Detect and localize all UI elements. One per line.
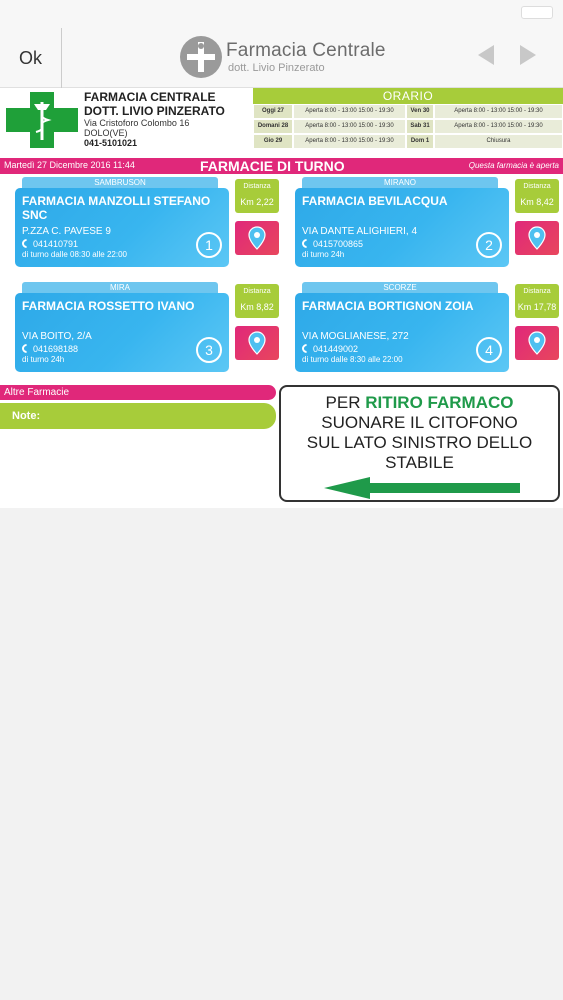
distance-value: Km 8,42 xyxy=(520,197,554,207)
hours-value: Aperta 8:00 - 13:00 15:00 - 19:30 xyxy=(293,119,406,134)
hours-value: Aperta 8:00 - 13:00 15:00 - 19:30 xyxy=(293,104,406,119)
card-phone[interactable]: 041449002 xyxy=(300,342,358,355)
card-pharmacy-name: FARMACIA ROSSETTO IVANO xyxy=(22,299,195,313)
pharmacy-address: Via Cristoforo Colombo 16 xyxy=(84,118,190,128)
opening-hours-title: ORARIO xyxy=(253,88,563,104)
card-address: VIA MOGLIANESE, 272 xyxy=(302,331,409,342)
hours-value: Chiusura xyxy=(434,134,563,149)
distance-badge: Distanza Km 2,22 xyxy=(235,179,279,213)
distance-value: Km 8,82 xyxy=(240,302,274,312)
hours-day: Dom 1 xyxy=(406,134,434,149)
hours-day: Oggi 27 xyxy=(253,104,293,119)
hours-value: Aperta 8:00 - 13:00 15:00 - 19:30 xyxy=(434,119,563,134)
pharmacy-card-body[interactable]: FARMACIA MANZOLLI STEFANO SNC P.ZZA C. P… xyxy=(15,188,229,267)
pharmacy-card: MIRANO FARMACIA BEVILACQUA VIA DANTE ALI… xyxy=(295,177,563,267)
card-address: VIA DANTE ALIGHIERI, 4 xyxy=(302,226,418,237)
hours-value: Aperta 8:00 - 13:00 15:00 - 19:30 xyxy=(434,104,563,119)
opening-hours-table: ORARIO Oggi 27 Aperta 8:00 - 13:00 15:00… xyxy=(253,88,563,153)
distance-label: Distanza xyxy=(523,288,551,295)
distance-value: Km 17,78 xyxy=(517,302,557,312)
card-hours: di turno dalle 08:30 alle 22:00 xyxy=(22,250,127,259)
card-pharmacy-name: FARMACIA MANZOLLI STEFANO SNC xyxy=(22,194,211,222)
pharmacy-card: SCORZE FARMACIA BORTIGNON ZOIA VIA MOGLI… xyxy=(295,282,563,372)
next-arrow-icon[interactable] xyxy=(520,45,536,65)
card-phone[interactable]: 041698188 xyxy=(20,342,78,355)
hours-day: Sab 31 xyxy=(406,119,434,134)
distance-badge: Distanza Km 8,82 xyxy=(235,284,279,318)
note-field[interactable]: Note: xyxy=(0,403,276,429)
hours-value: Aperta 8:00 - 13:00 15:00 - 19:30 xyxy=(293,134,406,149)
pharmacy-card-body[interactable]: FARMACIA ROSSETTO IVANO VIA BOITO, 2/A 0… xyxy=(15,293,229,372)
open-status: Questa farmacia è aperta xyxy=(468,161,559,170)
phone-icon xyxy=(20,237,33,250)
map-pin-icon xyxy=(248,331,266,355)
card-phone[interactable]: 041410791 xyxy=(20,237,78,250)
pharmacy-cross-icon xyxy=(6,92,78,148)
pharmacy-city: DOLO(VE) xyxy=(84,128,128,138)
card-pharmacy-name: FARMACIA BORTIGNON ZOIA xyxy=(302,299,474,313)
card-hours: di turno 24h xyxy=(302,250,345,259)
card-pharmacy-name: FARMACIA BEVILACQUA xyxy=(302,194,448,208)
distance-label: Distanza xyxy=(243,288,271,295)
phone-icon xyxy=(300,342,313,355)
card-phone[interactable]: 0415700865 xyxy=(300,237,363,250)
pharmacy-card-body[interactable]: FARMACIA BORTIGNON ZOIA VIA MOGLIANESE, … xyxy=(295,293,509,372)
current-date: Martedì 27 Dicembre 2016 11:44 xyxy=(4,160,135,170)
card-number: 2 xyxy=(476,232,502,258)
pharmacy-info: FARMACIA CENTRALE DOTT. LIVIO PINZERATO … xyxy=(0,88,252,156)
brand-subtitle: dott. Livio Pinzerato xyxy=(228,62,325,74)
battery-icon xyxy=(521,6,553,19)
card-address: P.ZZA C. PAVESE 9 xyxy=(22,226,111,237)
map-pin-icon xyxy=(528,331,546,355)
map-pin-button[interactable] xyxy=(235,326,279,360)
card-number: 1 xyxy=(196,232,222,258)
other-pharmacies-button[interactable]: Altre Farmacie xyxy=(0,385,276,400)
card-hours: di turno 24h xyxy=(22,355,65,364)
brand-title: Farmacia Centrale xyxy=(226,40,386,61)
phone-icon xyxy=(20,342,33,355)
card-number: 3 xyxy=(196,337,222,363)
brand-header: Farmacia Centrale dott. Livio Pinzerato xyxy=(180,35,386,79)
pharmacy-card-body[interactable]: FARMACIA BEVILACQUA VIA DANTE ALIGHIERI,… xyxy=(295,188,509,267)
pickup-highlight: RITIRO FARMACO xyxy=(365,393,514,412)
distance-badge: Distanza Km 17,78 xyxy=(515,284,559,318)
map-pin-icon xyxy=(248,226,266,250)
ok-button[interactable]: Ok xyxy=(0,28,62,88)
left-arrow-icon xyxy=(324,477,520,499)
on-duty-title: FARMACIE DI TURNO xyxy=(200,158,345,174)
distance-value: Km 2,22 xyxy=(240,197,274,207)
pharmacy-name: FARMACIA CENTRALE xyxy=(84,90,216,104)
status-bar xyxy=(0,0,563,20)
map-pin-button[interactable] xyxy=(235,221,279,255)
pickup-line-2: SUONARE IL CITOFONO xyxy=(321,413,518,432)
pickup-line-1: PER RITIRO FARMACO xyxy=(325,393,514,412)
pickup-notice: PER RITIRO FARMACO SUONARE IL CITOFONO S… xyxy=(279,385,560,502)
phone-icon xyxy=(300,237,313,250)
map-pin-icon xyxy=(528,226,546,250)
card-number: 4 xyxy=(476,337,502,363)
hours-day: Gio 29 xyxy=(253,134,293,149)
pharmacy-phone[interactable]: 041-5101021 xyxy=(84,138,137,148)
card-address: VIA BOITO, 2/A xyxy=(22,331,92,342)
distance-label: Distanza xyxy=(523,183,551,190)
map-pin-button[interactable] xyxy=(515,221,559,255)
pharmacy-panel: FARMACIA CENTRALE DOTT. LIVIO PINZERATO … xyxy=(0,88,563,508)
distance-badge: Distanza Km 8,42 xyxy=(515,179,559,213)
pharmacy-card: MIRA FARMACIA ROSSETTO IVANO VIA BOITO, … xyxy=(15,282,285,372)
map-pin-button[interactable] xyxy=(515,326,559,360)
pharmacy-logo-icon xyxy=(180,36,222,78)
hours-day: Domani 28 xyxy=(253,119,293,134)
hours-day: Ven 30 xyxy=(406,104,434,119)
pickup-line-4: STABILE xyxy=(385,453,454,472)
pharmacy-card: SAMBRUSON FARMACIA MANZOLLI STEFANO SNC … xyxy=(15,177,285,267)
navigation-bar: Ok Farmacia Centrale dott. Livio Pinzera… xyxy=(0,0,563,88)
previous-arrow-icon[interactable] xyxy=(478,45,494,65)
pickup-line-3: SUL LATO SINISTRO DELLO xyxy=(306,433,533,452)
pharmacy-doctor: DOTT. LIVIO PINZERATO xyxy=(84,104,225,118)
on-duty-header: Martedì 27 Dicembre 2016 11:44 FARMACIE … xyxy=(0,158,563,174)
card-hours: di turno dalle 8:30 alle 22:00 xyxy=(302,355,403,364)
distance-label: Distanza xyxy=(243,183,271,190)
